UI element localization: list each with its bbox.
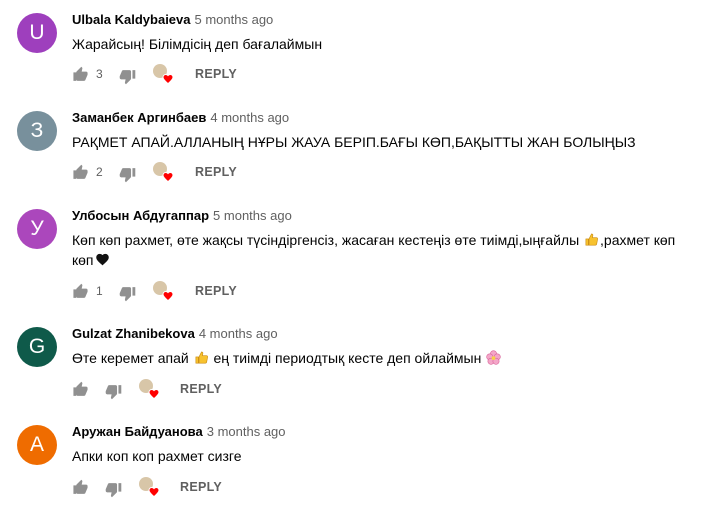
thumb-down-icon[interactable] (105, 481, 122, 498)
creator-heart-icon (148, 486, 160, 498)
avatar[interactable]: З (17, 111, 57, 151)
comment-list: U Ulbala Kaldybaieva 5 months ago Жарайсы… (0, 0, 706, 514)
comment-text-part: ең тиімді периодтық кесте деп ойлаймын (209, 350, 486, 366)
avatar[interactable]: G (17, 327, 57, 367)
thumb-down-icon[interactable] (119, 285, 136, 302)
comment-text-part: Апки коп коп рахмет сизге (72, 448, 242, 464)
comment-text-part: Көп көп рахмет, өте жақсы түсіндіргенсіз… (72, 232, 584, 248)
reply-button[interactable]: REPLY (180, 480, 222, 494)
reply-button[interactable]: REPLY (195, 67, 237, 81)
avatar[interactable]: А (17, 425, 57, 465)
blossom-emoji (486, 350, 501, 365)
thumb-up-icon[interactable] (72, 283, 89, 300)
comment-time[interactable]: 4 months ago (210, 110, 289, 125)
comment-author[interactable]: Ulbala Kaldybaieva (72, 12, 191, 27)
comment-actions: 2 REPLY (72, 162, 372, 184)
reply-button[interactable]: REPLY (180, 382, 222, 396)
thumbs-up-emoji (584, 232, 599, 247)
creator-heart-icon (148, 388, 160, 400)
comment-author[interactable]: Аружан Байдуанова (72, 424, 203, 439)
like-count: 1 (96, 284, 103, 298)
comment-author[interactable]: Gulzat Zhanibekova (72, 326, 195, 341)
creator-heart-badge (153, 281, 175, 303)
comment-time[interactable]: 5 months ago (195, 12, 274, 27)
thumb-down-icon[interactable] (119, 166, 136, 183)
comment-text-part: РАҚМЕТ АПАЙ.АЛЛАНЫҢ НҰРЫ ЖАУА БЕРІП.БАҒЫ… (72, 134, 636, 150)
creator-heart-icon (162, 171, 174, 183)
comment-text: Жарайсың! Білімдісің деп бағалаймын (72, 34, 698, 54)
comment-actions: 3 REPLY (72, 64, 372, 86)
comment-text: РАҚМЕТ АПАЙ.АЛЛАНЫҢ НҰРЫ ЖАУА БЕРІП.БАҒЫ… (72, 132, 698, 152)
creator-heart-badge (139, 477, 161, 499)
avatar[interactable]: У (17, 209, 57, 249)
thumb-up-icon[interactable] (72, 381, 89, 398)
thumbs-up-emoji (194, 350, 209, 365)
comment-actions: REPLY (72, 477, 372, 499)
creator-heart-badge (153, 64, 175, 86)
comment-author[interactable]: Заманбек Аргинбаев (72, 110, 206, 125)
avatar[interactable]: U (17, 13, 57, 53)
creator-heart-icon (162, 73, 174, 85)
like-count: 2 (96, 165, 103, 179)
reply-button[interactable]: REPLY (195, 165, 237, 179)
comment-actions: 1 REPLY (72, 281, 372, 303)
comment-time[interactable]: 3 months ago (207, 424, 286, 439)
like-count: 3 (96, 67, 103, 81)
comment-time[interactable]: 4 months ago (199, 326, 278, 341)
comment-author[interactable]: Улбосын Абдугаппар (72, 208, 209, 223)
comment-actions: REPLY (72, 379, 372, 401)
comment-time[interactable]: 5 months ago (213, 208, 292, 223)
thumb-up-icon[interactable] (72, 164, 89, 181)
reply-button[interactable]: REPLY (195, 284, 237, 298)
creator-heart-badge (153, 162, 175, 184)
comment-text-part: Өте керемет апай (72, 350, 193, 366)
comment-text: Көп көп рахмет, өте жақсы түсіндіргенсіз… (72, 230, 698, 270)
creator-heart-badge (139, 379, 161, 401)
thumb-up-icon[interactable] (72, 479, 89, 496)
thumb-down-icon[interactable] (119, 68, 136, 85)
comment-text: Өте керемет апай ең тиімді периодтық кес… (72, 348, 698, 368)
comment-text: Апки коп коп рахмет сизге (72, 446, 698, 466)
comment-text-part: Жарайсың! Білімдісің деп бағалаймын (72, 36, 323, 52)
black-heart-emoji (95, 252, 110, 267)
thumb-up-icon[interactable] (72, 66, 89, 83)
thumb-down-icon[interactable] (105, 383, 122, 400)
creator-heart-icon (162, 290, 174, 302)
